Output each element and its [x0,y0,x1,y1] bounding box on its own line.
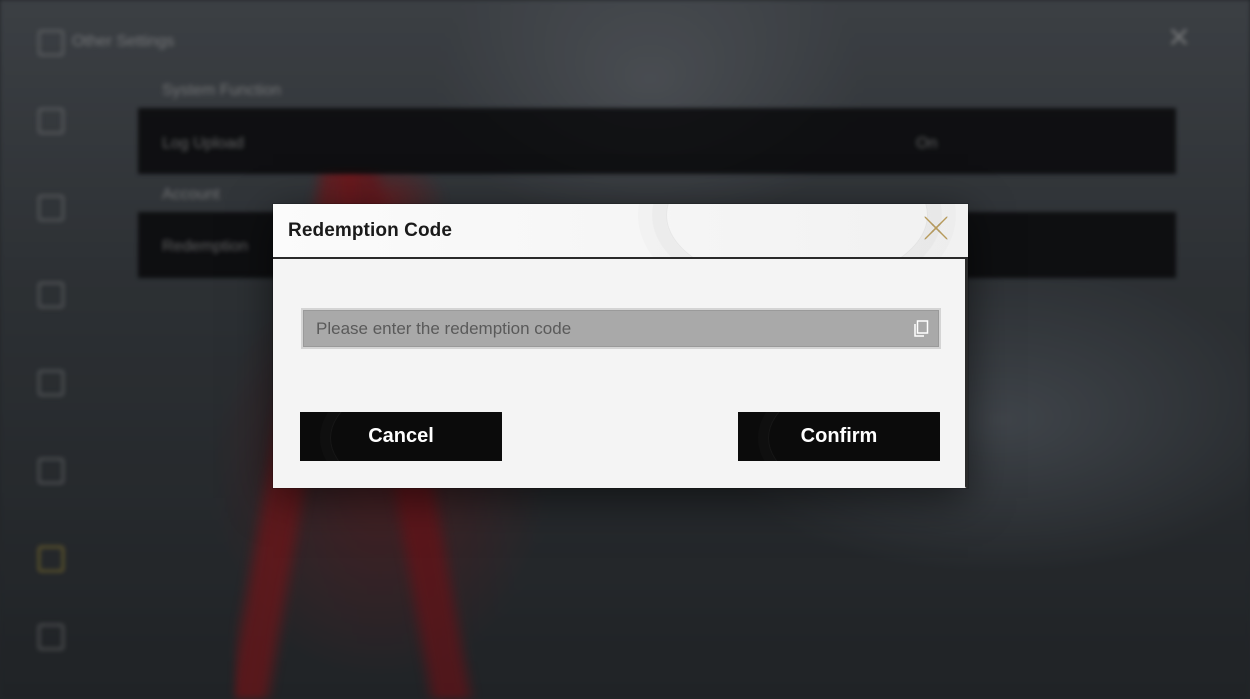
confirm-button-label: Confirm [800,425,878,447]
redemption-code-input[interactable] [303,310,916,347]
cancel-button-label: Cancel [368,425,434,447]
dialog-title: Redemption Code [288,220,453,241]
redemption-code-input-box [301,308,941,349]
header-decoration [666,204,928,257]
dialog-header: Redemption Code [273,204,968,259]
paste-icon[interactable] [913,320,929,337]
redemption-code-dialog: Redemption Code Cancel Confirm [273,204,968,488]
confirm-button[interactable]: Confirm [738,412,940,461]
close-x-icon[interactable] [920,212,952,244]
cancel-button[interactable]: Cancel [300,412,502,461]
